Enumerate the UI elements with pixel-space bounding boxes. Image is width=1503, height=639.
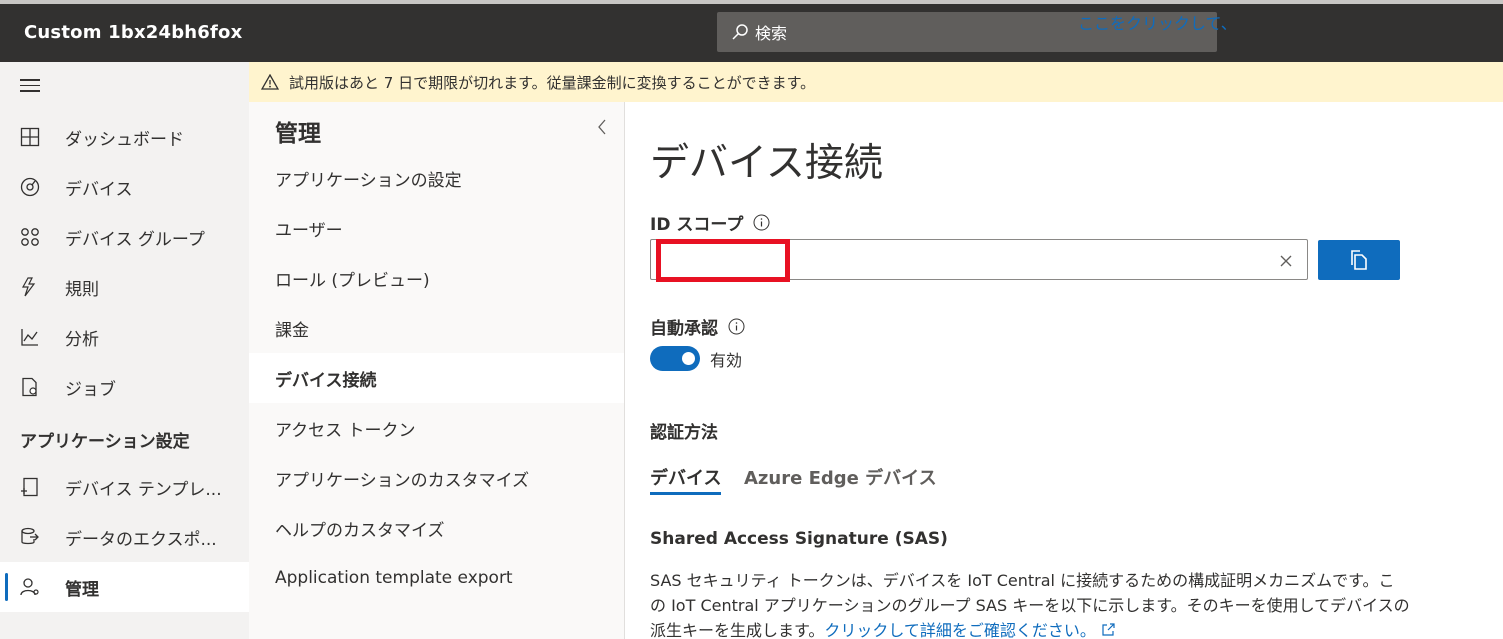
subnav-item-device-connection[interactable]: デバイス接続	[249, 353, 624, 403]
nav-label: 管理	[65, 579, 99, 600]
banner-link[interactable]: ここをクリックして、	[1078, 10, 1237, 34]
nav-label: データのエクスポ...	[65, 529, 217, 550]
nav-label: デバイス グループ	[65, 229, 205, 250]
subnav-item-template-export[interactable]: Application template export	[249, 553, 624, 603]
page-title: デバイス接続	[650, 141, 883, 186]
search-icon	[732, 24, 748, 40]
info-icon[interactable]	[728, 318, 745, 335]
auto-approve-label-text: 自動承認	[650, 319, 718, 339]
sas-heading: Shared Access Signature (SAS)	[650, 529, 948, 549]
sas-description: SAS セキュリティ トークンは、デバイスを IoT Central に接続する…	[650, 568, 1410, 639]
nav-item-data-export[interactable]: データのエクスポ...	[0, 512, 249, 562]
auto-approve-label: 自動承認	[650, 314, 745, 339]
admin-subnav: 管理 アプリケーションの設定 ユーザー ロール (プレビュー) 課金 デバイス接…	[249, 102, 625, 639]
nav-item-jobs[interactable]: ジョブ	[0, 362, 249, 412]
app-title[interactable]: Custom 1bx24bh6fox	[24, 22, 242, 43]
nav-item-admin[interactable]: 管理	[0, 562, 249, 612]
id-scope-field[interactable]	[650, 239, 1308, 282]
tab-devices[interactable]: デバイス	[650, 464, 722, 495]
rules-icon	[19, 276, 41, 298]
redaction-box	[656, 239, 790, 282]
auto-approve-state: 有効	[710, 351, 743, 370]
nav-label: 分析	[65, 329, 99, 350]
subnav-item-access-tokens[interactable]: アクセス トークン	[249, 403, 624, 453]
device-groups-icon	[19, 226, 41, 248]
nav-item-device-templates[interactable]: デバイス テンプレ...	[0, 462, 249, 512]
copy-button[interactable]	[1318, 240, 1400, 280]
nav-item-dashboard[interactable]: ダッシュボード	[0, 112, 249, 162]
top-bar: Custom 1bx24bh6fox 検索	[0, 0, 1503, 62]
nav-section-app-settings: アプリケーション設定	[20, 432, 190, 452]
hamburger-menu-icon[interactable]	[20, 79, 40, 95]
analytics-icon	[19, 326, 41, 348]
id-scope-label-text: ID スコープ	[650, 215, 744, 235]
device-template-icon	[19, 476, 41, 498]
main-content: デバイス接続 ID スコープ 自動承認 有効 認証方法 デバイス Azure E…	[626, 102, 1503, 639]
nav-label: 規則	[65, 279, 99, 300]
nav-item-devices[interactable]: デバイス	[0, 162, 249, 212]
left-nav: ダッシュボード デバイス デバイス グループ 規則 分析 ジョブ アプリケーショ…	[0, 62, 249, 639]
subnav-item-app-settings[interactable]: アプリケーションの設定	[249, 153, 624, 203]
auto-approve-toggle[interactable]	[650, 346, 700, 371]
dashboard-icon	[19, 126, 41, 148]
copy-icon	[1351, 250, 1367, 270]
nav-item-rules[interactable]: 規則	[0, 262, 249, 312]
warning-icon	[261, 74, 279, 90]
subnav-item-roles[interactable]: ロール (プレビュー)	[249, 253, 624, 303]
subnav-item-app-customization[interactable]: アプリケーションのカスタマイズ	[249, 453, 624, 503]
info-icon[interactable]	[753, 214, 770, 231]
jobs-icon	[19, 376, 41, 398]
learn-more-link[interactable]: クリックして詳細をご確認ください。	[824, 621, 1096, 639]
subnav-title: 管理	[275, 121, 321, 147]
nav-label: デバイス テンプレ...	[65, 479, 222, 500]
device-icon	[19, 176, 41, 198]
chevron-left-icon[interactable]	[595, 118, 613, 136]
subnav-item-help-customization[interactable]: ヘルプのカスタマイズ	[249, 503, 624, 553]
admin-icon	[19, 576, 41, 598]
nav-label: ジョブ	[65, 379, 116, 400]
nav-item-device-groups[interactable]: デバイス グループ	[0, 212, 249, 262]
external-link-icon	[1102, 623, 1115, 636]
tab-azure-edge-devices[interactable]: Azure Edge デバイス	[744, 464, 937, 490]
subnav-item-users[interactable]: ユーザー	[249, 203, 624, 253]
subnav-item-billing[interactable]: 課金	[249, 303, 624, 353]
auth-method-label: 認証方法	[650, 423, 718, 443]
nav-item-analytics[interactable]: 分析	[0, 312, 249, 362]
data-export-icon	[19, 526, 41, 548]
nav-label: ダッシュボード	[65, 129, 184, 150]
nav-label: デバイス	[65, 179, 133, 200]
clear-icon[interactable]	[1279, 253, 1293, 267]
banner-message: 試用版はあと 7 日で期限が切れます。従量課金制に変換することができます。	[289, 73, 816, 92]
app-root: Custom 1bx24bh6fox 検索 試用版はあと 7 日で期限が切れます…	[0, 0, 1503, 639]
id-scope-label: ID スコープ	[650, 210, 770, 235]
search-placeholder: 検索	[755, 24, 788, 43]
trial-banner: 試用版はあと 7 日で期限が切れます。従量課金制に変換することができます。	[249, 62, 1503, 102]
